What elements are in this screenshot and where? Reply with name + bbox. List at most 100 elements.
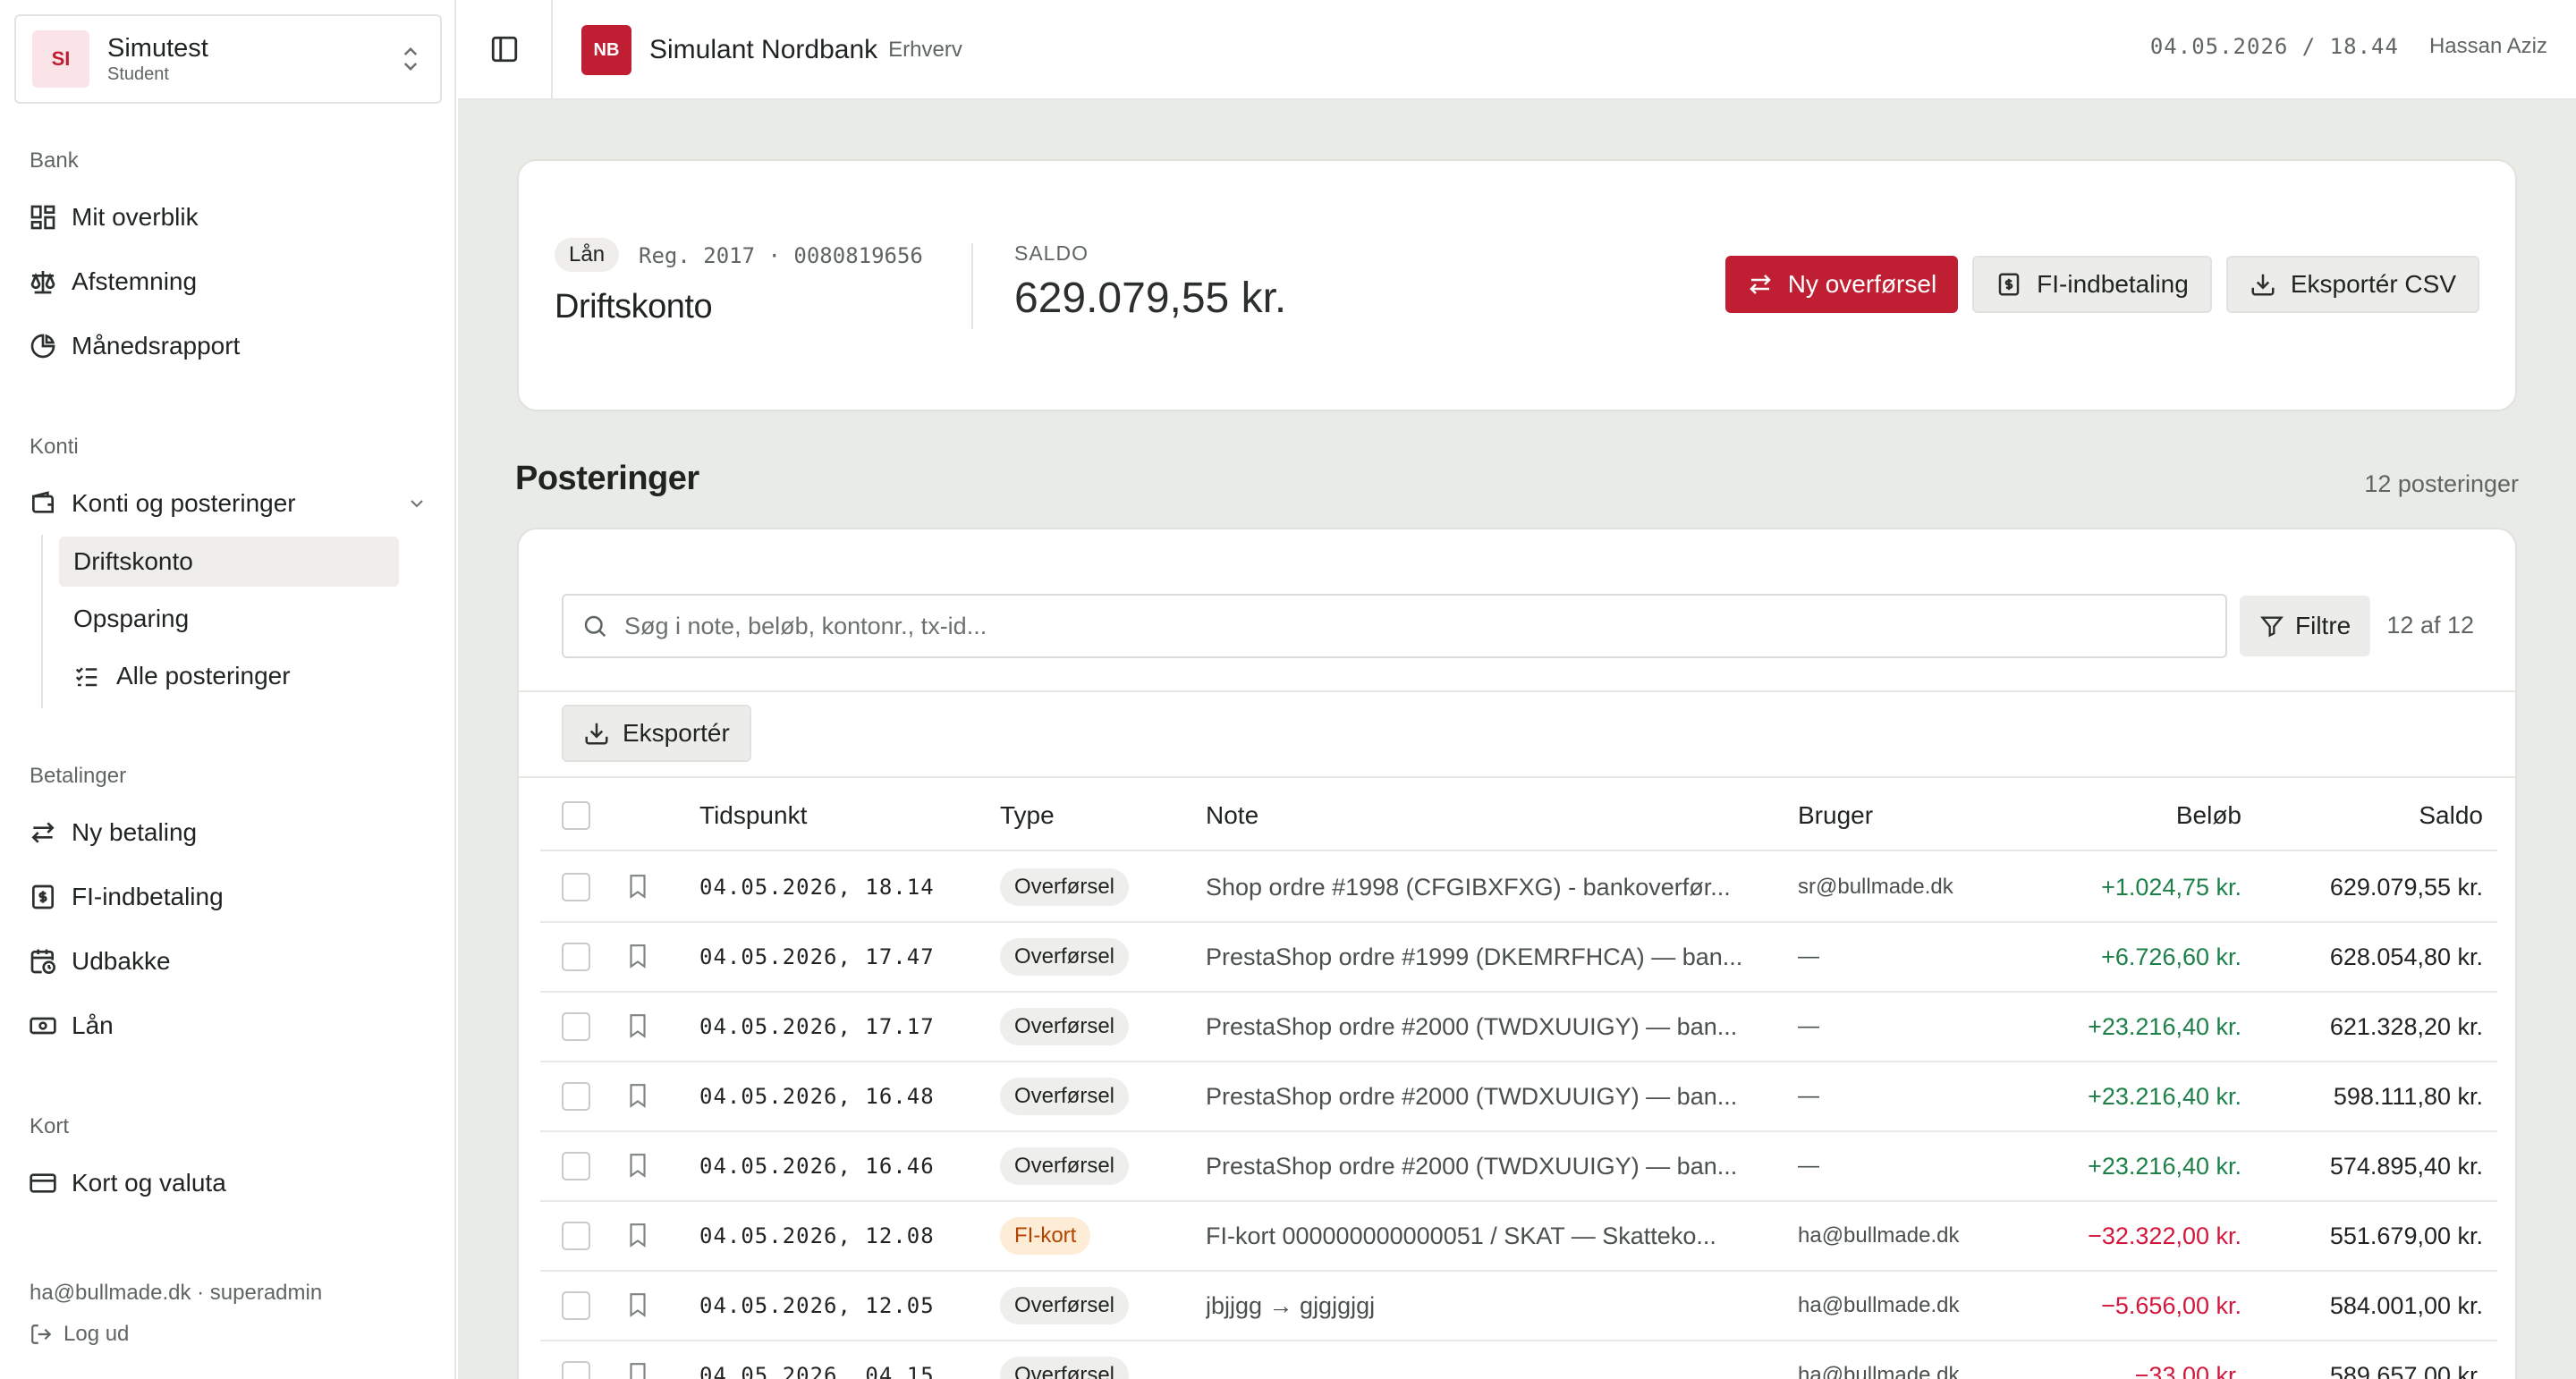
cell-amount: −32.322,00 kr. (2088, 1222, 2241, 1249)
table-row[interactable]: 04.05.2026, 04.15 Overførsel ha@bullmade.d… (540, 1341, 2497, 1379)
sidebar-item-mit-overblik[interactable]: Mit overblik (14, 191, 442, 243)
topbar: NB Simulant Nordbank Erhverv 04.05.2026 … (458, 0, 2576, 100)
search-field[interactable] (562, 594, 2227, 658)
row-checkbox[interactable] (562, 1361, 590, 1379)
arrows-swap-icon (1749, 275, 1771, 294)
column-header-note[interactable]: Note (1206, 801, 1258, 830)
bookmark-icon[interactable] (626, 1152, 649, 1179)
cell-type: Overførsel (1000, 923, 1130, 991)
bookmark-icon[interactable] (626, 1291, 649, 1318)
logout-button[interactable]: Log ud (30, 1322, 129, 1347)
table-row[interactable]: 04.05.2026, 18.14 Overførsel Shop ordre #1… (540, 853, 2497, 923)
account-type-badge: Lån (555, 238, 620, 272)
type-badge: Overførsel (1000, 1147, 1130, 1185)
saldo-value: 629.079,55 kr. (1014, 275, 1287, 322)
export-csv-button[interactable]: Eksportér CSV (2225, 256, 2479, 313)
fi-payment-button[interactable]: FI-indbetaling (1972, 256, 2212, 313)
column-header-time[interactable]: Tidspunkt (699, 801, 807, 830)
saldo-label: SALDO (1014, 241, 1089, 265)
account-reg-number: Reg. 2017 · 0080819656 (639, 243, 923, 268)
section-label-konti: Konti (30, 435, 79, 459)
filter-button[interactable]: Filtre (2240, 596, 2371, 656)
cell-note: PrestaShop ordre #1999 (DKEMRFHCA) — ban… (1206, 943, 1743, 970)
cell-time: 04.05.2026, 18.14 (699, 875, 935, 900)
cell-time: 04.05.2026, 12.08 (699, 1223, 935, 1248)
new-transfer-button[interactable]: Ny overførsel (1724, 256, 1959, 313)
sidebar-item-label: Lån (72, 1011, 114, 1039)
arrows-swap-icon (31, 822, 55, 843)
column-header-user[interactable]: Bruger (1798, 801, 1873, 830)
table-row[interactable]: 04.05.2026, 16.48 Overførsel PrestaShop or… (540, 1062, 2497, 1132)
export-button[interactable]: Eksportér (562, 705, 751, 762)
row-checkbox[interactable] (562, 873, 590, 901)
column-header-type[interactable]: Type (1000, 801, 1055, 830)
sidebar-item-label: Afstemning (72, 267, 198, 295)
sidebar-item-udbakke[interactable]: Udbakke (14, 935, 442, 987)
row-checkbox[interactable] (562, 1222, 590, 1250)
sidebar-subitem-opsparing[interactable]: Opsparing (59, 594, 399, 644)
column-header-saldo[interactable]: Saldo (2419, 801, 2483, 830)
cell-saldo: 584.001,00 kr. (2329, 1291, 2483, 1319)
sub-nav-rail (41, 535, 43, 708)
sidebar-subitem-driftskonto[interactable]: Driftskonto (59, 537, 399, 587)
sidebar-item-ny-betaling[interactable]: Ny betaling (14, 807, 442, 859)
sidebar-item-afstemning[interactable]: Afstemning (14, 256, 442, 308)
sidebar-subitem-label: Alle posteringer (116, 662, 291, 690)
table-row[interactable]: 04.05.2026, 17.17 Overførsel PrestaShop or… (540, 993, 2497, 1062)
chevrons-up-down-icon (403, 47, 418, 72)
section-label-kort: Kort (30, 1114, 70, 1138)
table-row[interactable]: 04.05.2026, 12.05 Overførsel jbjjgg → gjgj… (540, 1272, 2497, 1341)
sidebar-item-fi-indbetaling[interactable]: FI-indbetaling (14, 871, 442, 923)
org-switcher[interactable]: SI Simutest Student (14, 14, 442, 104)
bookmark-icon[interactable] (626, 943, 649, 969)
row-checkbox[interactable] (562, 1012, 590, 1041)
sidebar-item-konti-og-posteringer[interactable]: Konti og posteringer (14, 478, 442, 529)
bookmark-icon[interactable] (626, 1361, 649, 1379)
column-header-amount[interactable]: Beløb (2176, 801, 2241, 830)
sidebar-toggle-button[interactable] (458, 0, 553, 98)
current-datetime: 04.05.2026 / 18.44 (2149, 34, 2399, 59)
table-row[interactable]: 04.05.2026, 16.46 Overførsel PrestaShop or… (540, 1132, 2497, 1202)
row-checkbox[interactable] (562, 943, 590, 971)
chevron-down-icon (411, 500, 423, 508)
cell-type: Overførsel (1000, 1132, 1130, 1200)
search-icon (584, 615, 606, 638)
sidebar-item-laan[interactable]: Lån (14, 1000, 442, 1052)
scale-icon (30, 271, 55, 294)
bookmark-icon[interactable] (626, 1222, 649, 1248)
bookmark-icon[interactable] (626, 1082, 649, 1109)
row-checkbox[interactable] (562, 1082, 590, 1111)
fi-payment-label: FI-indbetaling (2037, 270, 2189, 298)
cell-time: 04.05.2026, 16.48 (699, 1084, 935, 1109)
table-row[interactable]: 04.05.2026, 12.08 FI-kort FI-kort 00000000… (540, 1202, 2497, 1272)
divider (971, 243, 973, 329)
row-checkbox[interactable] (562, 1291, 590, 1320)
search-input[interactable] (624, 612, 2199, 640)
credit-card-icon (30, 1173, 56, 1193)
table-row[interactable]: 04.05.2026, 17.47 Overførsel PrestaShop or… (540, 923, 2497, 993)
cell-saldo: 574.895,40 kr. (2329, 1152, 2483, 1180)
cell-amount: +23.216,40 kr. (2088, 1152, 2241, 1180)
cell-type: Overførsel (1000, 993, 1130, 1061)
org-text: Simutest Student (107, 33, 397, 85)
current-user[interactable]: Hassan Aziz (2429, 34, 2547, 59)
select-all-checkbox[interactable] (562, 801, 590, 830)
brand: NB Simulant Nordbank Erhverv (581, 25, 962, 75)
cell-user: — (1798, 944, 1819, 969)
cell-amount: +23.216,40 kr. (2088, 1082, 2241, 1110)
account-name: Driftskonto (555, 288, 713, 326)
type-badge: Overførsel (1000, 938, 1130, 976)
receipt-dollar-icon (1998, 273, 2020, 296)
type-badge: Overførsel (1000, 1008, 1130, 1045)
sidebar-subitem-alle-posteringer[interactable]: Alle posteringer (59, 651, 399, 701)
main-content: Lån Reg. 2017 · 0080819656 Driftskonto S… (458, 100, 2576, 1379)
row-checkbox[interactable] (562, 1152, 590, 1180)
brand-subtitle: Erhverv (888, 38, 962, 62)
sidebar-item-maanedsrapport[interactable]: Månedsrapport (14, 320, 442, 372)
org-role: Student (107, 64, 169, 84)
sidebar-item-kort-og-valuta[interactable]: Kort og valuta (14, 1157, 442, 1209)
receipt-dollar-icon (32, 884, 54, 909)
bookmark-icon[interactable] (626, 1012, 649, 1039)
bookmark-icon[interactable] (626, 873, 649, 900)
cell-saldo: 598.111,80 kr. (2333, 1082, 2483, 1110)
